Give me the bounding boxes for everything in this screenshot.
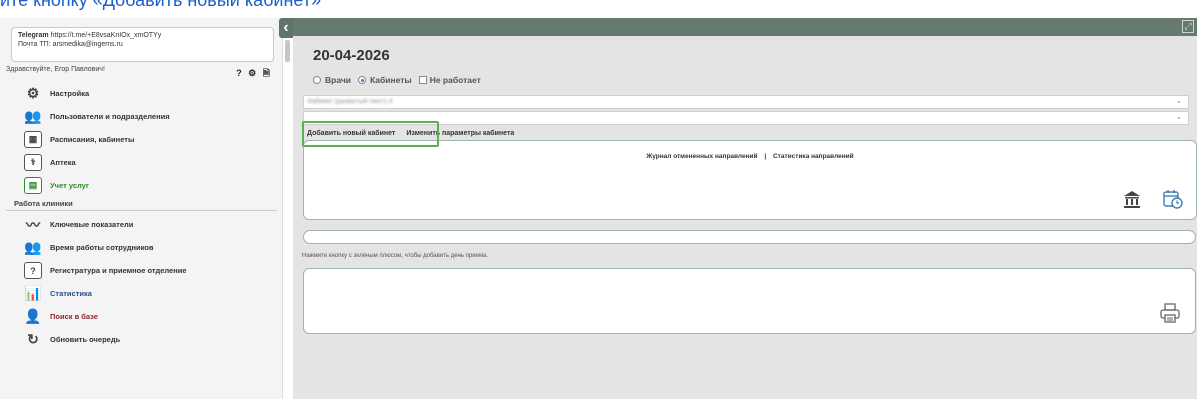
telegram-label: Telegram bbox=[18, 32, 49, 39]
sidebar-item-users[interactable]: 👥 Пользователи и подразделения bbox=[0, 105, 283, 128]
sidebar-item-label: Расписания, кабинеты bbox=[50, 135, 135, 144]
checkbox-box bbox=[418, 76, 427, 84]
sidebar-item-staff-time[interactable]: 👥 Время работы сотрудников bbox=[0, 236, 283, 259]
link-separator: | bbox=[764, 153, 767, 160]
cabinet-select[interactable]: Кабинет (размытый текст) 4 ⌄ bbox=[303, 95, 1189, 109]
radio-dot-selected bbox=[358, 76, 367, 84]
sidebar-item-label: Обновить очередь bbox=[50, 335, 121, 344]
sidebar-item-label: Время работы сотрудников bbox=[50, 243, 154, 252]
greeting-text: Здравствуйте, Егор Павлович! bbox=[6, 66, 105, 73]
collapse-sidebar-button[interactable]: ‹ bbox=[279, 18, 293, 38]
radio-label: Врачи bbox=[325, 75, 352, 85]
main-area: ⤢ 20-04-2026 Врачи Кабинеты Не работает … bbox=[293, 18, 1197, 399]
sidebar-item-label: Настройка bbox=[50, 89, 90, 98]
sidebar-item-settings[interactable]: ⚙ Настройка bbox=[0, 82, 283, 105]
add-cabinet-highlight bbox=[302, 121, 439, 147]
select-value: Кабинет (размытый текст) 4 bbox=[308, 98, 393, 105]
reception-panel bbox=[303, 268, 1196, 334]
help-settings-icons[interactable]: ? ⚙ 🗎 bbox=[236, 66, 272, 82]
calendar-clock-icon[interactable] bbox=[1162, 188, 1184, 210]
bank-icon[interactable] bbox=[1122, 189, 1142, 209]
radio-label: Кабинеты bbox=[370, 75, 412, 85]
sidebar-item-schedules[interactable]: ▦ Расписания, кабинеты bbox=[0, 128, 283, 151]
chevron-down-icon: ⌄ bbox=[1176, 98, 1182, 105]
users-icon: 👥 bbox=[24, 108, 42, 124]
chevron-down-icon: ⌄ bbox=[1176, 114, 1182, 121]
services-icon: ▤ bbox=[24, 177, 42, 194]
refresh-icon: ↻ bbox=[27, 331, 39, 347]
sidebar-item-search[interactable]: 👤 Поиск в базе bbox=[0, 305, 283, 328]
sidebar-scrollbar[interactable] bbox=[285, 40, 290, 62]
sidebar-item-refresh-queue[interactable]: ↻ Обновить очередь bbox=[0, 328, 283, 351]
greeting-row: Здравствуйте, Егор Павлович! ? ⚙ 🗎 bbox=[6, 66, 276, 78]
sidebar-item-label: Ключевые показатели bbox=[50, 220, 134, 229]
sidebar: Telegram https://t.me/+E8vsaKnIOx_xmOTYy… bbox=[0, 18, 283, 399]
sidebar-item-label: Регистратура и приемное отделение bbox=[50, 266, 187, 275]
collapsed-panel bbox=[303, 230, 1196, 244]
checkbox-label: Не работает bbox=[429, 75, 481, 85]
sidebar-item-statistics[interactable]: 📊 Статистика bbox=[0, 282, 283, 305]
journal-link[interactable]: Журнал отмененных направлений bbox=[646, 153, 757, 160]
sidebar-item-label: Поиск в базе bbox=[50, 312, 98, 321]
radio-cabinets[interactable]: Кабинеты bbox=[358, 75, 412, 85]
hint-text: Нажмите кнопку с зелёным плюсом, чтобы д… bbox=[302, 253, 489, 259]
sidebar-item-registry[interactable]: ? Регистратура и приемное отделение bbox=[0, 259, 283, 282]
expand-icon[interactable]: ⤢ bbox=[1182, 20, 1194, 33]
radio-dot bbox=[313, 76, 321, 84]
telegram-info-box: Telegram https://t.me/+E8vsaKnIOx_xmOTYy… bbox=[11, 27, 274, 62]
current-date: 20-04-2026 bbox=[313, 47, 390, 64]
view-mode-radios: Врачи Кабинеты Не работает bbox=[313, 75, 488, 85]
cabinet-panel: Журнал отмененных направлений | Статисти… bbox=[303, 140, 1197, 220]
radio-doctors[interactable]: Врачи bbox=[313, 75, 351, 85]
printer-icon[interactable] bbox=[1159, 303, 1181, 323]
links-row: Журнал отмененных направлений | Статисти… bbox=[304, 153, 1196, 160]
staff-time-icon: 👥 bbox=[24, 239, 42, 255]
sidebar-item-label: Учет услуг bbox=[50, 181, 89, 190]
search-user-icon: 👤 bbox=[24, 308, 42, 324]
support-email: Почта ТП: arsmedika@ingems.ru bbox=[18, 41, 123, 48]
chart-line-icon: 〰 bbox=[26, 216, 40, 233]
top-bar: ⤢ bbox=[293, 18, 1197, 36]
sidebar-item-services[interactable]: ▤ Учет услуг bbox=[0, 174, 283, 197]
checkbox-not-working[interactable]: Не работает bbox=[418, 75, 481, 85]
sidebar-item-label: Статистика bbox=[50, 289, 92, 298]
sidebar-item-label: Пользователи и подразделения bbox=[50, 112, 170, 121]
sidebar-menu: ⚙ Настройка 👥 Пользователи и подразделен… bbox=[0, 82, 283, 351]
pharmacy-icon: ⚕ bbox=[24, 154, 42, 171]
registry-icon: ? bbox=[24, 262, 42, 279]
statistics-icon: 📊 bbox=[24, 285, 42, 301]
stats-link[interactable]: Статистика направлений bbox=[773, 153, 854, 160]
telegram-link[interactable]: https://t.me/+E8vsaKnIOx_xmOTYy bbox=[51, 32, 162, 39]
instruction-caption: йте кнопку «Добавить новый кабинет» bbox=[0, 0, 322, 10]
gear-icon: ⚙ bbox=[26, 85, 40, 101]
section-title-clinic: Работа клиники bbox=[6, 198, 277, 211]
calendar-icon: ▦ bbox=[24, 131, 42, 148]
sidebar-item-kpi[interactable]: 〰 Ключевые показатели bbox=[0, 213, 283, 236]
sidebar-item-label: Аптека bbox=[50, 158, 76, 167]
sidebar-item-pharmacy[interactable]: ⚕ Аптека bbox=[0, 151, 283, 174]
